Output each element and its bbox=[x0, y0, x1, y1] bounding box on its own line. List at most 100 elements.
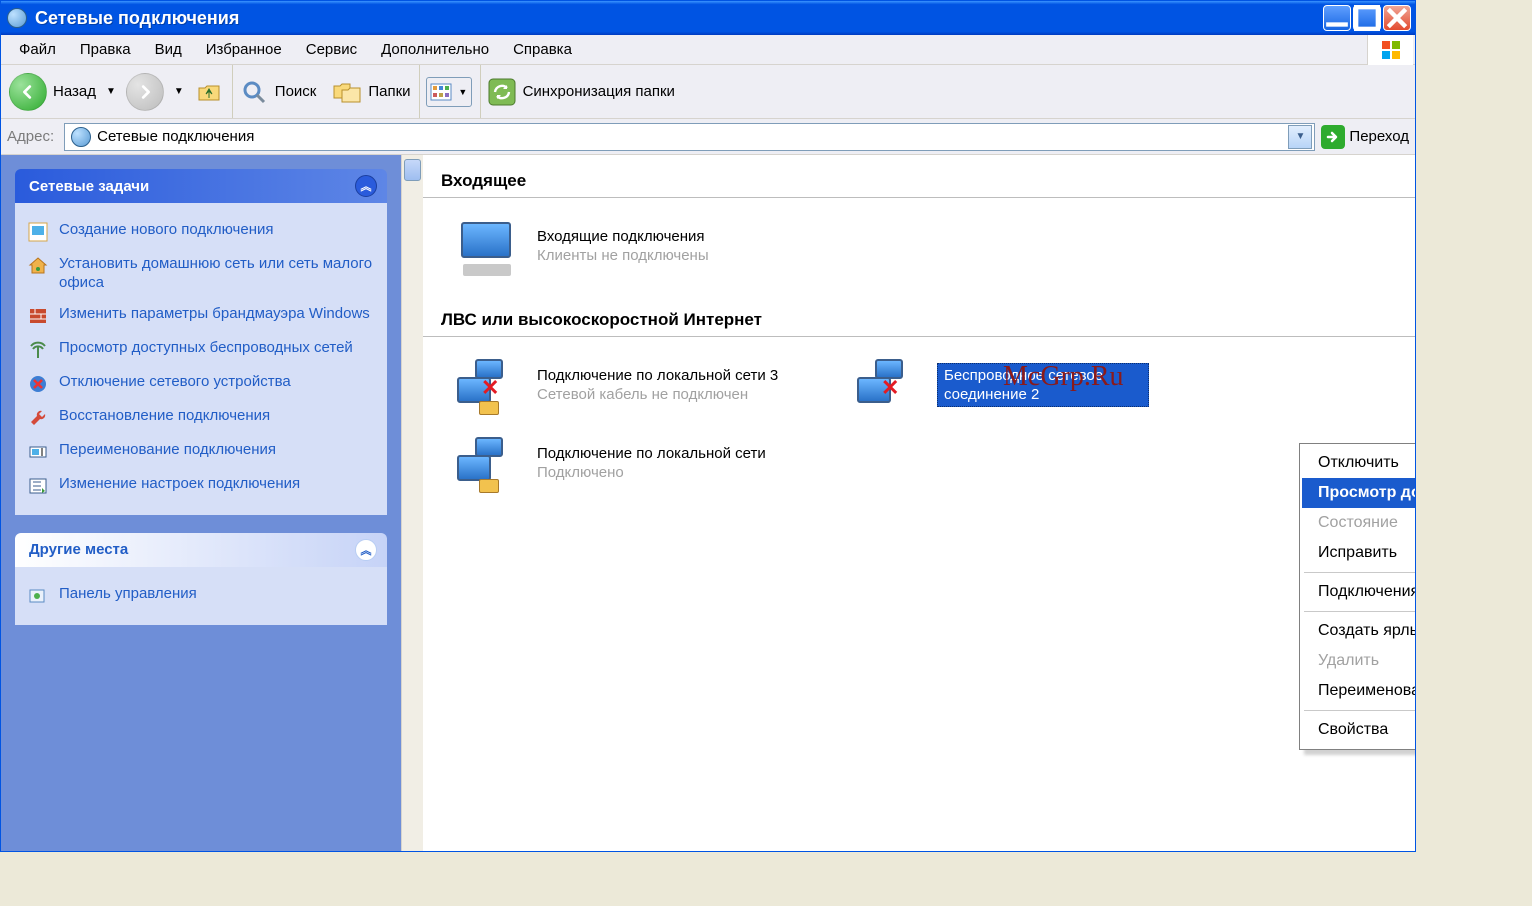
task-rename[interactable]: Переименование подключения bbox=[27, 435, 375, 469]
context-separator bbox=[1304, 710, 1415, 711]
app-icon bbox=[7, 8, 27, 28]
control-panel-icon bbox=[27, 585, 49, 607]
sidebar: Сетевые задачи ︽ Создание нового подключ… bbox=[1, 155, 401, 851]
menu-view[interactable]: Вид bbox=[143, 37, 194, 62]
window-frame: Сетевые подключения Файл Правка Вид Избр… bbox=[0, 0, 1416, 852]
views-button[interactable]: ▼ bbox=[426, 77, 472, 107]
tasks-panel-header[interactable]: Сетевые задачи ︽ bbox=[15, 169, 387, 203]
address-field[interactable]: Сетевые подключения ▼ bbox=[64, 123, 1315, 151]
context-view-wireless[interactable]: Просмотр доступных беспроводных сетей bbox=[1302, 478, 1415, 508]
context-status[interactable]: Состояние bbox=[1302, 508, 1415, 538]
forward-button[interactable] bbox=[126, 73, 164, 111]
rename-icon bbox=[27, 441, 49, 463]
incoming-icon bbox=[453, 216, 523, 276]
context-rename[interactable]: Переименовать bbox=[1302, 676, 1415, 706]
places-title: Другие места bbox=[29, 541, 128, 558]
search-label[interactable]: Поиск bbox=[275, 83, 317, 100]
menu-help[interactable]: Справка bbox=[501, 37, 584, 62]
menu-file[interactable]: Файл bbox=[7, 37, 68, 62]
repair-icon bbox=[27, 407, 49, 429]
context-delete[interactable]: Удалить bbox=[1302, 646, 1415, 676]
search-icon[interactable] bbox=[239, 77, 269, 107]
address-bar: Адрес: Сетевые подключения ▼ Переход bbox=[1, 119, 1415, 155]
connection-status: Сетевой кабель не подключен bbox=[537, 385, 778, 404]
sync-label[interactable]: Синхронизация папки bbox=[523, 83, 675, 100]
disable-icon bbox=[27, 373, 49, 395]
toolbar: Назад ▼ ▼ Поиск Папки bbox=[1, 65, 1415, 119]
close-button[interactable] bbox=[1383, 5, 1411, 31]
watermark: McGrp.Ru bbox=[1003, 361, 1124, 393]
network-icon bbox=[453, 433, 523, 493]
tasks-panel: Сетевые задачи ︽ Создание нового подключ… bbox=[15, 169, 387, 515]
collapse-icon[interactable]: ︽ bbox=[355, 539, 377, 561]
back-dropdown[interactable]: ▼ bbox=[102, 86, 120, 97]
settings-icon bbox=[27, 475, 49, 497]
firewall-icon bbox=[27, 305, 49, 327]
task-firewall[interactable]: Изменить параметры брандмауэра Windows bbox=[27, 299, 375, 333]
places-control-panel[interactable]: Панель управления bbox=[27, 579, 375, 613]
connection-name: Подключение по локальной сети bbox=[537, 444, 766, 463]
tasks-title: Сетевые задачи bbox=[29, 178, 149, 195]
forward-dropdown[interactable]: ▼ bbox=[170, 86, 188, 97]
minimize-button[interactable] bbox=[1323, 5, 1351, 31]
context-bridge[interactable]: Подключения типа мост bbox=[1302, 577, 1415, 607]
network-icon: ✕ bbox=[853, 355, 923, 415]
tasks-panel-body: Создание нового подключения Установить д… bbox=[15, 203, 387, 515]
back-label: Назад bbox=[53, 83, 96, 100]
context-separator bbox=[1304, 611, 1415, 612]
address-label: Адрес: bbox=[7, 128, 58, 145]
task-change-settings[interactable]: Изменение настроек подключения bbox=[27, 469, 375, 503]
back-button[interactable] bbox=[9, 73, 47, 111]
connection-lan[interactable]: Подключение по локальной сети Подключено bbox=[451, 429, 811, 497]
folders-icon[interactable] bbox=[332, 77, 362, 107]
places-panel: Другие места ︽ Панель управления bbox=[15, 533, 387, 625]
go-label: Переход bbox=[1349, 128, 1409, 145]
up-folder-button[interactable] bbox=[194, 77, 224, 107]
connection-status: Клиенты не подключены bbox=[537, 246, 709, 265]
menu-favorites[interactable]: Избранное bbox=[194, 37, 294, 62]
group-lan-header: ЛВС или высокоскоростной Интернет bbox=[423, 306, 1415, 337]
sync-icon[interactable] bbox=[487, 77, 517, 107]
menu-bar: Файл Правка Вид Избранное Сервис Дополни… bbox=[1, 35, 1415, 65]
wireless-icon bbox=[27, 339, 49, 361]
task-disable-device[interactable]: Отключение сетевого устройства bbox=[27, 367, 375, 401]
context-separator bbox=[1304, 572, 1415, 573]
context-repair[interactable]: Исправить bbox=[1302, 538, 1415, 568]
places-panel-header[interactable]: Другие места ︽ bbox=[15, 533, 387, 567]
places-panel-body: Панель управления bbox=[15, 567, 387, 625]
task-view-wireless[interactable]: Просмотр доступных беспроводных сетей bbox=[27, 333, 375, 367]
context-menu: Отключить Просмотр доступных беспроводны… bbox=[1299, 443, 1415, 750]
address-dropdown[interactable]: ▼ bbox=[1288, 125, 1312, 149]
context-shortcut[interactable]: Создать ярлык bbox=[1302, 616, 1415, 646]
go-button[interactable]: Переход bbox=[1321, 125, 1409, 149]
task-new-connection[interactable]: Создание нового подключения bbox=[27, 215, 375, 249]
collapse-icon[interactable]: ︽ bbox=[355, 175, 377, 197]
content-pane: Входящее Входящие подключения Клиенты не… bbox=[423, 155, 1415, 851]
title-bar: Сетевые подключения bbox=[1, 1, 1415, 35]
body-area: Сетевые задачи ︽ Создание нового подключ… bbox=[1, 155, 1415, 851]
connection-status: Подключено bbox=[537, 463, 766, 482]
sidebar-scrollbar[interactable] bbox=[401, 155, 423, 851]
network-icon: ✕ bbox=[453, 355, 523, 415]
connection-name: Входящие подключения bbox=[537, 227, 709, 246]
go-icon bbox=[1321, 125, 1345, 149]
connection-lan3[interactable]: ✕ Подключение по локальной сети 3 Сетево… bbox=[451, 351, 811, 419]
disconnected-x-icon: ✕ bbox=[481, 375, 499, 401]
windows-flag-icon[interactable] bbox=[1367, 35, 1413, 65]
context-disable[interactable]: Отключить bbox=[1302, 448, 1415, 478]
folders-label[interactable]: Папки bbox=[368, 83, 410, 100]
connection-incoming[interactable]: Входящие подключения Клиенты не подключе… bbox=[451, 212, 811, 280]
new-connection-icon bbox=[27, 221, 49, 243]
task-repair[interactable]: Восстановление подключения bbox=[27, 401, 375, 435]
menu-edit[interactable]: Правка bbox=[68, 37, 143, 62]
maximize-button[interactable] bbox=[1353, 5, 1381, 31]
group-incoming-header: Входящее bbox=[423, 167, 1415, 198]
context-properties[interactable]: Свойства bbox=[1302, 715, 1415, 745]
scrollbar-thumb[interactable] bbox=[404, 159, 421, 181]
menu-tools[interactable]: Сервис bbox=[294, 37, 369, 62]
menu-advanced[interactable]: Дополнительно bbox=[369, 37, 501, 62]
task-home-network[interactable]: Установить домашнюю сеть или сеть малого… bbox=[27, 249, 375, 299]
window-title: Сетевые подключения bbox=[35, 8, 1323, 29]
connection-name: Подключение по локальной сети 3 bbox=[537, 366, 778, 385]
disconnected-x-icon: ✕ bbox=[881, 375, 899, 401]
